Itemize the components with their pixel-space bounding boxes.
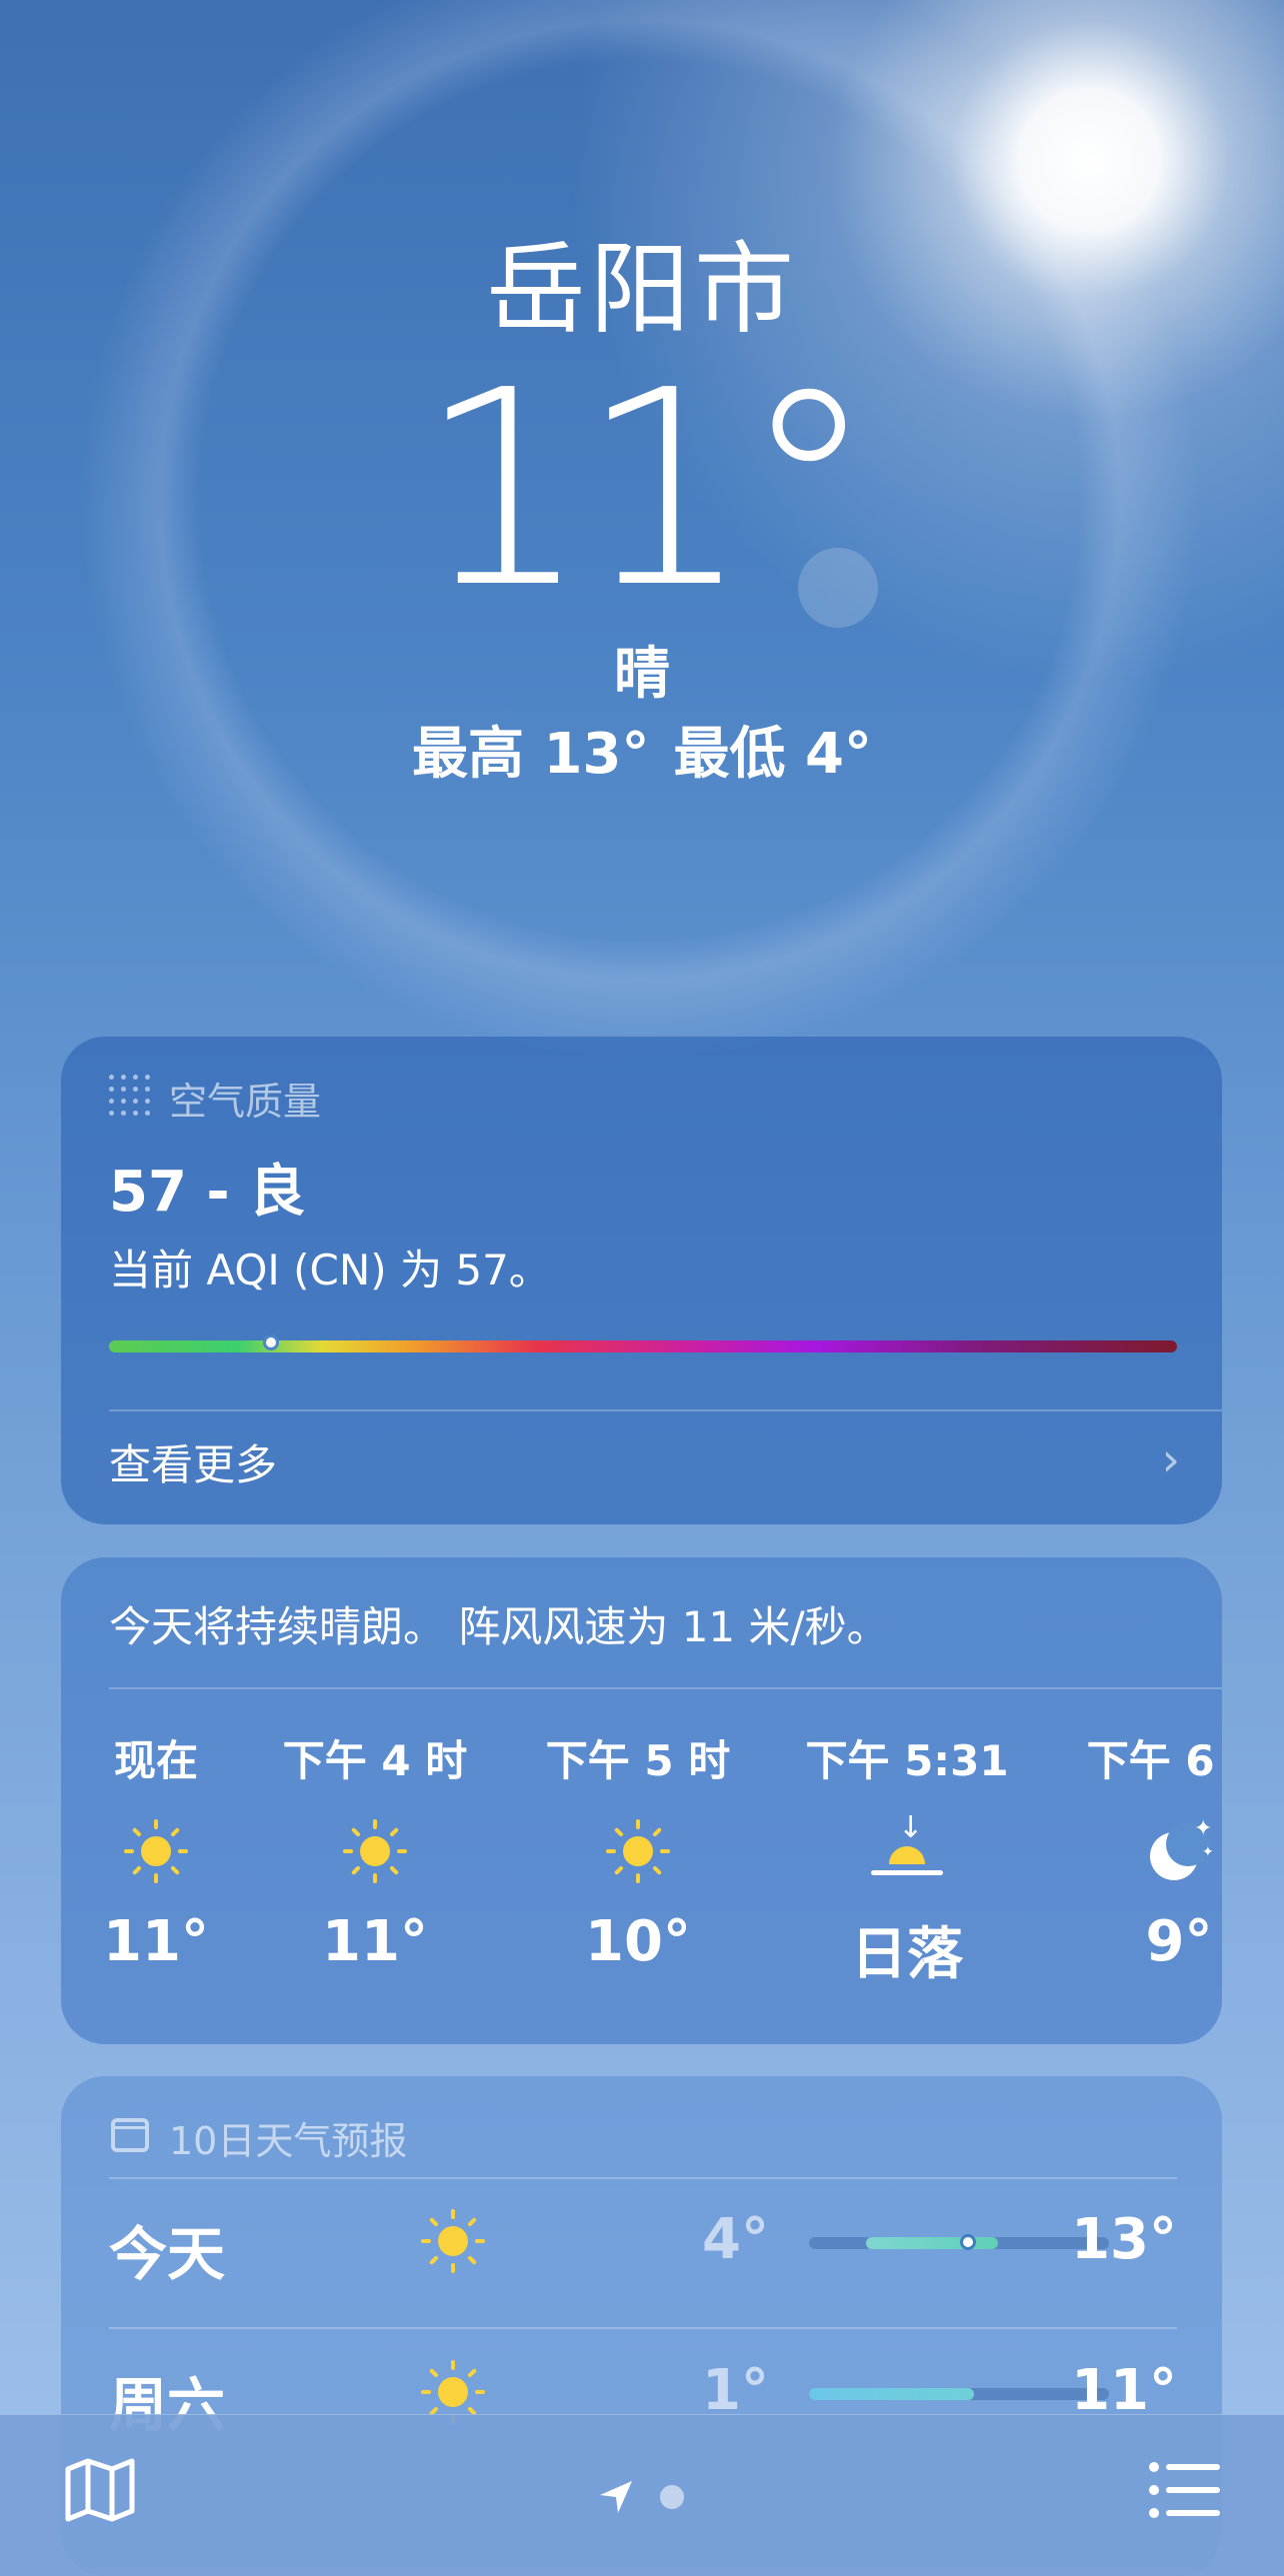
high-temp: 最高 13° [412,722,650,787]
hourly-summary: 今天将持续晴朗。 阵风风速为 11 米/秒。 [109,1602,889,1651]
aqi-divider [109,1409,1222,1411]
list-icon[interactable] [1148,2459,1220,2521]
air-quality-icon [109,1075,153,1119]
ten-day-label: 10日天气预报 [169,2119,408,2163]
hour-temp: 日落 [851,1922,963,1987]
moon-icon: ✦ ✦ [1144,1816,1214,1886]
hour-label: 下午 6 时 [1086,1736,1222,1785]
hour-temp: 10° [585,1909,691,1974]
hour-label: 下午 5 时 [545,1736,731,1785]
hour-item: 下午 5 时 10° [528,1727,748,1974]
day-high: 13° [1071,2207,1177,2272]
aqi-indicator [262,1334,279,1350]
sunset-icon: ↓ [867,1810,947,1886]
sun-icon [124,1819,188,1883]
forecast-divider [109,2327,1177,2329]
day-low: 4° [702,2207,769,2272]
temp-range-fill [809,2388,974,2400]
hour-temp: 9° [1145,1909,1213,1974]
sun-icon [421,2209,485,2273]
hour-item: 下午 6 时 ✦✦ 9° [1069,1727,1222,1974]
air-quality-card[interactable]: 空气质量 57 - 良 当前 AQI (CN) 为 57。 查看更多 › [61,1037,1222,1524]
bottom-toolbar [0,2414,1284,2576]
hour-temp: 11° [322,1909,428,1974]
high-low: 最高 13° 最低 4° [0,715,1284,795]
calendar-icon [111,2118,149,2152]
hour-item: 下午 5:31 ↓ 日落 [797,1727,1017,1990]
aqi-value: 57 - 良 [109,1160,306,1225]
page-indicator-dot[interactable] [660,2485,684,2509]
location-arrow-icon[interactable] [596,2477,636,2517]
hourly-forecast-card[interactable]: 今天将持续晴朗。 阵风风速为 11 米/秒。 现在 11° 下午 4 时 11°… [61,1557,1222,2044]
hourly-divider [109,1687,1222,1689]
temp-range-bar [809,2388,1109,2400]
aqi-description: 当前 AQI (CN) 为 57。 [109,1246,551,1294]
sun-icon [343,1819,407,1883]
current-temp-indicator [960,2234,976,2250]
chevron-right-icon[interactable]: › [1162,1432,1180,1486]
air-quality-label: 空气质量 [169,1080,322,1124]
day-name: 今天 [109,2220,226,2288]
temp-range-bar [809,2234,1109,2250]
hour-item: 现在 11° [61,1727,266,1974]
hour-item: 下午 4 时 11° [265,1727,485,1974]
current-temperature: 11° [417,332,877,647]
forecast-row[interactable]: 今天 4° 13° [109,2191,1177,2291]
condition: 晴 [614,642,670,707]
forecast-divider [109,2177,1177,2179]
map-icon[interactable] [64,2457,136,2523]
temp-range-fill [866,2237,998,2249]
sun-icon [606,1819,670,1883]
hour-label: 现在 [113,1736,198,1785]
hour-label: 下午 4 时 [282,1736,468,1785]
see-more-link[interactable]: 查看更多 [109,1431,277,1492]
hour-label: 下午 5:31 [805,1736,1009,1785]
weather-header: 岳阳市 11° 晴 最高 13° 最低 4° [0,225,1284,795]
hour-temp: 11° [103,1909,209,1974]
low-temp: 最低 4° [673,722,872,787]
